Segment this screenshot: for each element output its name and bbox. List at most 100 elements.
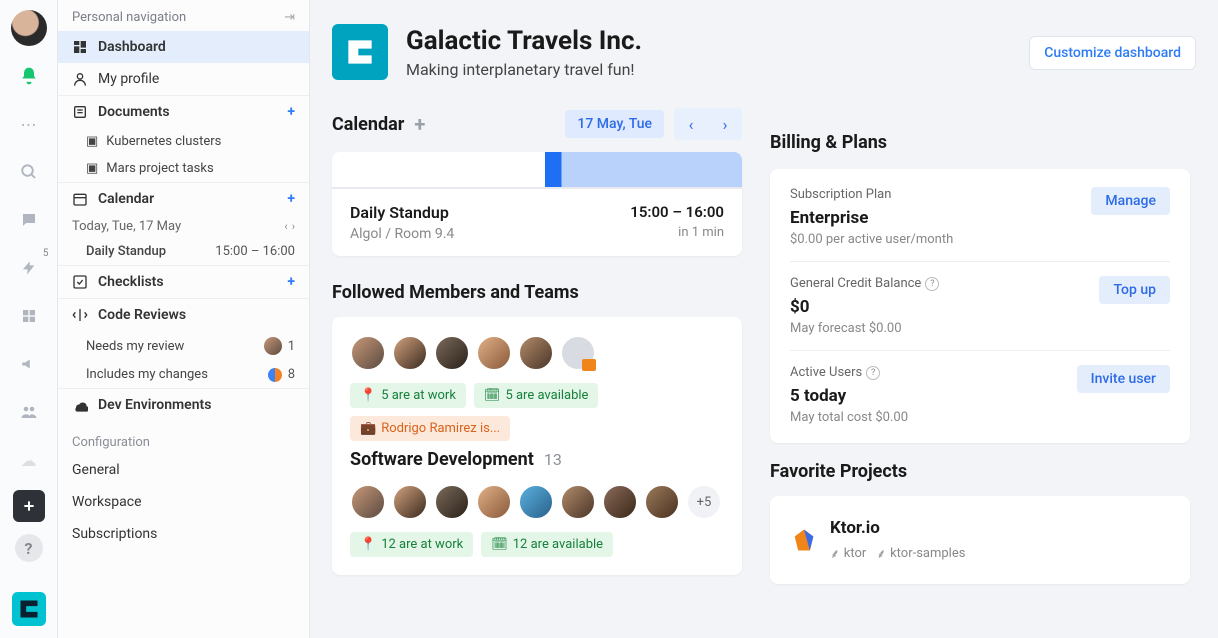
prev-day-icon[interactable]: ‹ — [284, 220, 287, 233]
avatar-row: +5 — [350, 484, 724, 520]
add-checklist-button[interactable]: + — [287, 274, 295, 290]
more-members[interactable]: +5 — [686, 484, 722, 520]
calendar-event[interactable]: Daily Standup Algol / Room 9.4 15:00 – 1… — [332, 188, 742, 256]
member-avatar[interactable] — [434, 335, 470, 371]
row-label: General Credit Balance — [790, 276, 921, 291]
config-item-workspace[interactable]: Workspace — [58, 486, 309, 518]
available-chip[interactable]: 🗓 5 are available — [474, 383, 599, 408]
config-item-subscriptions[interactable]: Subscriptions — [58, 518, 309, 550]
doc-item-kubernetes[interactable]: ▣Kubernetes clusters — [58, 128, 309, 155]
customize-dashboard-button[interactable]: Customize dashboard — [1029, 36, 1196, 70]
reviewer-avatar — [264, 337, 282, 355]
calendar-timeline[interactable] — [332, 152, 742, 188]
sidebar-header-label: Personal navigation — [72, 10, 186, 25]
member-avatar[interactable] — [392, 335, 428, 371]
help-icon[interactable]: ? — [15, 534, 43, 562]
needs-review-row[interactable]: Needs my review 1 — [58, 331, 309, 361]
event-name: Daily Standup — [350, 203, 454, 222]
member-avatar[interactable] — [434, 484, 470, 520]
more-icon[interactable]: ⋯ — [11, 106, 47, 142]
cloud-icon[interactable]: ☁ — [11, 442, 47, 478]
sidebar-section-code-reviews[interactable]: Code Reviews — [58, 298, 309, 331]
megaphone-icon[interactable] — [11, 346, 47, 382]
member-avatar[interactable] — [602, 484, 638, 520]
invite-user-button[interactable]: Invite user — [1077, 365, 1170, 393]
prev-date-button[interactable]: ‹ — [674, 108, 708, 140]
doc-item-mars[interactable]: ▣Mars project tasks — [58, 155, 309, 182]
calendar-event-row[interactable]: Daily Standup 15:00 – 16:00 — [58, 238, 309, 265]
add-calendar-event-icon[interactable]: + — [414, 112, 425, 136]
member-avatar[interactable] — [518, 484, 554, 520]
chip-label: 5 are available — [505, 388, 588, 403]
available-chip[interactable]: 🗓12 are available — [481, 532, 613, 557]
row-label: Includes my changes — [86, 367, 208, 382]
help-tooltip-icon[interactable]: ? — [866, 366, 880, 380]
documents-icon — [72, 104, 88, 120]
tag-label: ktor — [844, 546, 867, 561]
sidebar-item-dashboard[interactable]: Dashboard — [58, 31, 309, 63]
sidebar-section-documents[interactable]: Documents + — [58, 95, 309, 128]
member-avatar[interactable] — [392, 484, 428, 520]
member-avatar[interactable] — [350, 484, 386, 520]
topup-button[interactable]: Top up — [1099, 276, 1170, 304]
briefcase-badge-icon — [582, 359, 596, 371]
member-avatar[interactable] — [644, 484, 680, 520]
at-work-chip[interactable]: 📍5 are at work — [350, 383, 466, 408]
sidebar-section-checklists[interactable]: Checklists + — [58, 265, 309, 298]
add-document-button[interactable]: + — [287, 104, 295, 120]
event-name: Daily Standup — [86, 244, 166, 259]
member-avatar[interactable] — [518, 335, 554, 371]
tag-label: ktor-samples — [890, 546, 965, 561]
sidebar-item-profile[interactable]: My profile — [58, 63, 309, 95]
notifications-icon[interactable] — [11, 58, 47, 94]
briefcase-icon: 💼 — [360, 421, 376, 436]
main-content: Customize dashboard Galactic Travels Inc… — [310, 0, 1218, 638]
row-sub: $0.00 per active user/month — [790, 232, 953, 247]
member-avatar[interactable] — [476, 335, 512, 371]
code-review-icon — [72, 307, 88, 323]
checklist-icon — [72, 274, 88, 290]
calendar-check-icon: 🗓 — [484, 388, 501, 403]
manage-button[interactable]: Manage — [1091, 187, 1170, 215]
sidebar: Personal navigation ⇥ Dashboard My profi… — [58, 0, 310, 638]
help-tooltip-icon[interactable]: ? — [925, 277, 939, 291]
favorites-section-title: Favorite Projects — [770, 461, 1190, 482]
pin-icon: 📍 — [360, 388, 376, 403]
member-avatar[interactable] — [350, 335, 386, 371]
member-avatar[interactable] — [560, 484, 596, 520]
collapse-icon[interactable]: ⇥ — [284, 10, 295, 25]
user-avatar[interactable] — [11, 10, 47, 46]
includes-changes-row[interactable]: Includes my changes 8 — [58, 361, 309, 388]
brand-logo-icon[interactable] — [12, 592, 46, 626]
team-name: Software Development — [350, 449, 534, 470]
credit-row: General Credit Balance? $0 May forecast … — [790, 261, 1170, 350]
next-date-button[interactable]: › — [708, 108, 742, 140]
section-label: Checklists — [98, 274, 164, 290]
count: 8 — [288, 367, 295, 382]
add-calendar-button[interactable]: + — [287, 191, 295, 207]
event-location: Algol / Room 9.4 — [350, 226, 454, 242]
sidebar-section-calendar[interactable]: Calendar + — [58, 182, 309, 215]
project-logo-icon — [790, 526, 818, 554]
chat-icon[interactable] — [11, 202, 47, 238]
people-icon[interactable] — [11, 394, 47, 430]
search-icon[interactable] — [11, 154, 47, 190]
favorite-project-card[interactable]: Ktor.io ⸙ktor ⸙ktor-samples — [770, 496, 1190, 584]
member-avatar[interactable] — [560, 335, 596, 371]
sidebar-item-label: My profile — [98, 71, 159, 87]
apps-icon[interactable] — [11, 298, 47, 334]
at-work-chip[interactable]: 📍12 are at work — [350, 532, 473, 557]
doc-label: Mars project tasks — [106, 161, 213, 176]
member-avatar[interactable] — [476, 484, 512, 520]
calendar-section-header: Calendar + 17 May, Tue ‹ › — [332, 108, 742, 140]
calendar-card: Daily Standup Algol / Room 9.4 15:00 – 1… — [332, 152, 742, 256]
next-day-icon[interactable]: › — [292, 220, 295, 233]
person-status-chip[interactable]: 💼Rodrigo Ramirez is... — [350, 416, 510, 441]
dashboard-icon — [72, 39, 88, 55]
date-pill[interactable]: 17 May, Tue — [565, 110, 664, 138]
config-item-general[interactable]: General — [58, 454, 309, 486]
add-button[interactable] — [13, 490, 45, 522]
billing-section-title: Billing & Plans — [770, 132, 1190, 153]
lightning-icon[interactable] — [11, 250, 47, 286]
sidebar-section-dev-env[interactable]: Dev Environments — [58, 388, 309, 421]
